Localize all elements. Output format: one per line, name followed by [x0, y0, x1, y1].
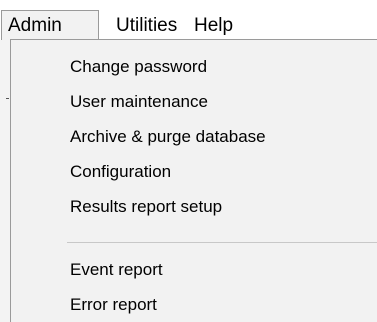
menu-item-results-report-setup[interactable]: Results report setup: [11, 190, 377, 224]
menu-item-user-maintenance[interactable]: User maintenance: [11, 85, 377, 119]
menu-item-configuration[interactable]: Configuration: [11, 155, 377, 189]
menu-admin[interactable]: Admin: [1, 10, 99, 40]
menu-item-label: Archive & purge database: [70, 127, 266, 146]
menu-item-event-report[interactable]: Event report: [11, 253, 377, 287]
application-window: Admin Utilities Help Change password Use…: [0, 0, 377, 322]
admin-dropdown-menu: Change password User maintenance Archive…: [10, 39, 377, 322]
menu-separator: [67, 242, 377, 243]
edge-tick: [6, 98, 9, 99]
menu-item-label: Change password: [70, 57, 208, 76]
menu-utilities[interactable]: Utilities: [116, 11, 177, 40]
menu-item-label: Configuration: [70, 162, 172, 181]
menu-bar: Admin Utilities Help: [0, 0, 377, 40]
menu-item-change-password[interactable]: Change password: [11, 50, 377, 84]
menu-help[interactable]: Help: [194, 11, 233, 40]
menu-item-label: Event report: [70, 260, 163, 279]
menu-item-label: Results report setup: [70, 197, 223, 216]
menu-item-archive-purge-database[interactable]: Archive & purge database: [11, 120, 377, 154]
menu-item-label: User maintenance: [70, 92, 208, 111]
menu-item-label: Error report: [70, 295, 157, 314]
menu-item-error-report[interactable]: Error report: [11, 288, 377, 322]
window-left-edge: [0, 40, 10, 322]
